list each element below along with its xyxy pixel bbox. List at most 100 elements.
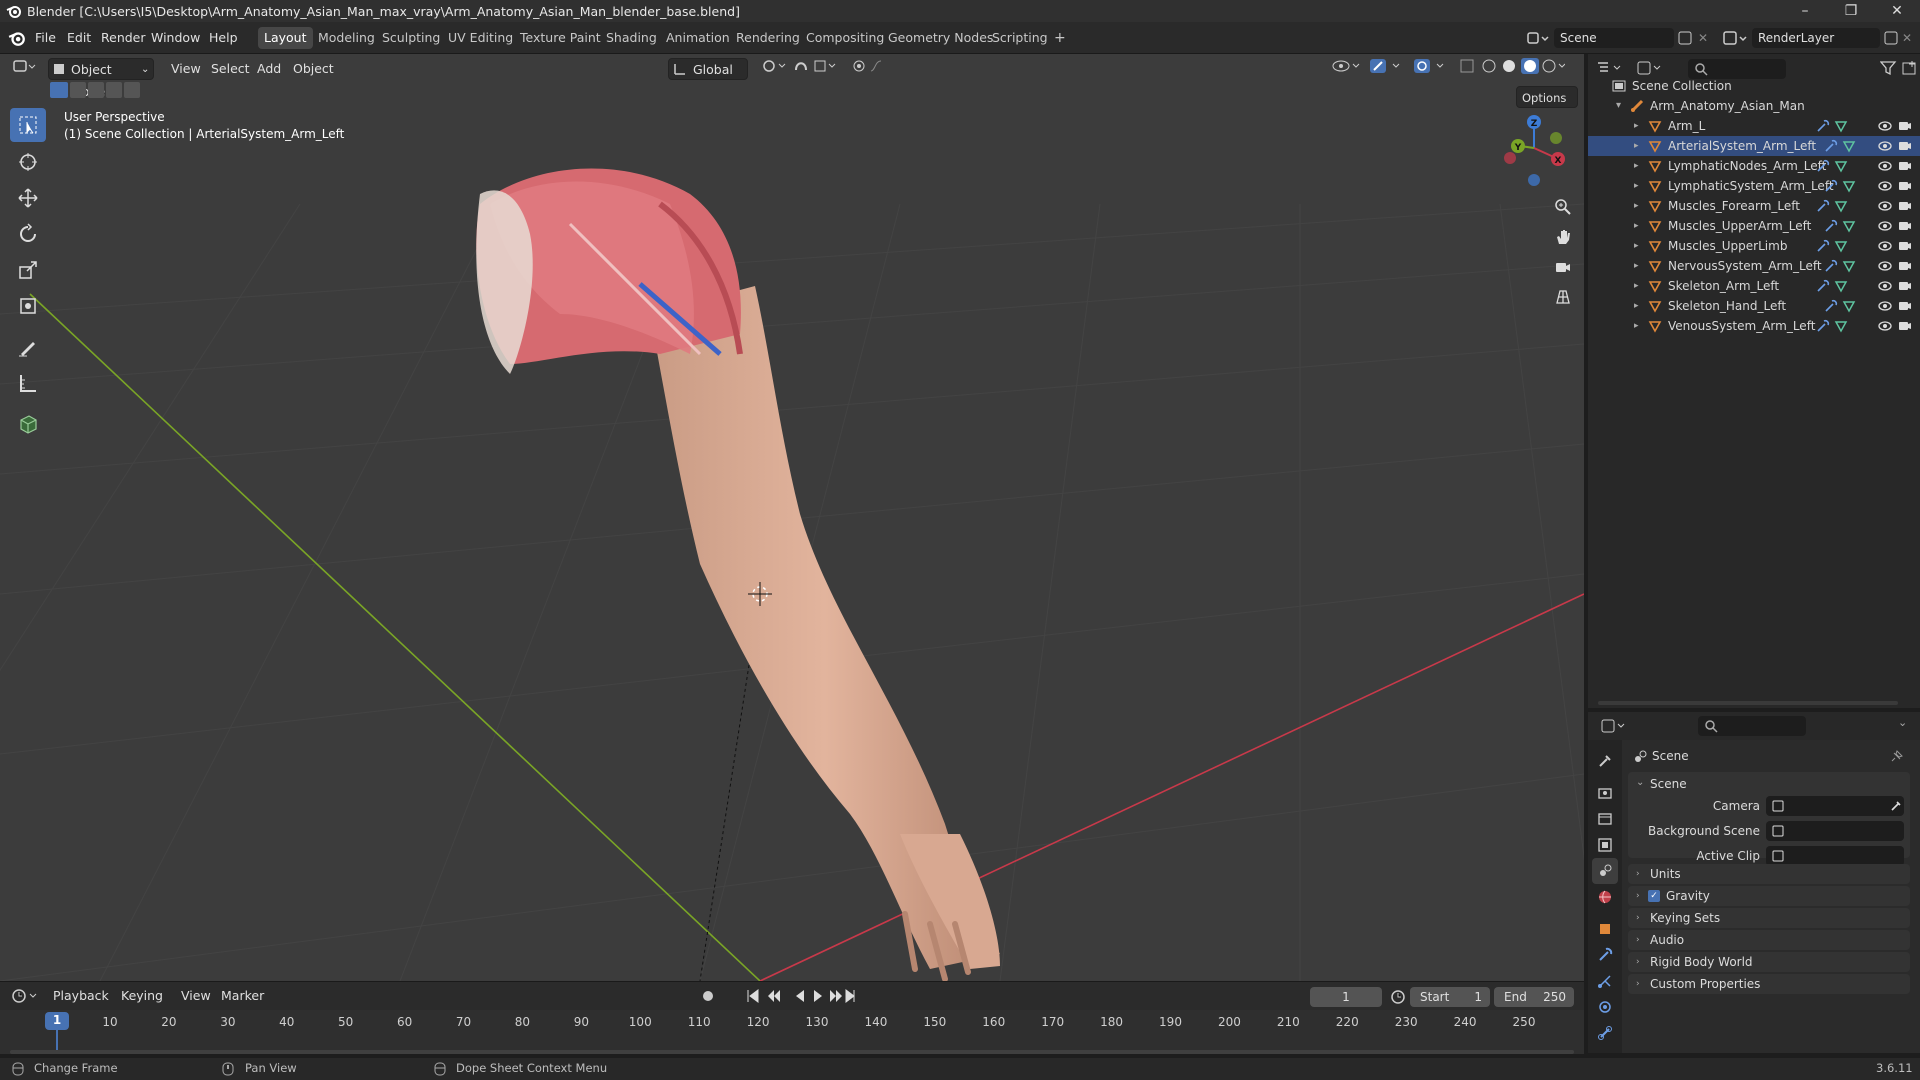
eye-icon[interactable] bbox=[1878, 220, 1892, 232]
tab-rendering[interactable]: Rendering bbox=[730, 27, 806, 49]
eye-icon[interactable] bbox=[1878, 160, 1892, 172]
timeline-editor-type-icon[interactable] bbox=[10, 987, 40, 1005]
expand-arrow-icon[interactable]: ▸ bbox=[1634, 276, 1639, 296]
world-tab-icon[interactable] bbox=[1592, 884, 1618, 910]
select-mode-buttons[interactable] bbox=[50, 80, 140, 100]
timeline-scrollbar[interactable] bbox=[10, 1050, 1574, 1054]
auto-keying-icon[interactable] bbox=[700, 988, 720, 1004]
modifier-icon[interactable] bbox=[1816, 239, 1830, 253]
tab-compositing[interactable]: Compositing bbox=[800, 27, 890, 49]
menu-edit[interactable]: Edit bbox=[64, 28, 94, 48]
outliner-item[interactable]: ▸ LymphaticSystem_Arm_Left bbox=[1588, 176, 1920, 196]
expand-arrow-icon[interactable]: ▾ bbox=[1616, 96, 1621, 116]
expand-arrow-icon[interactable]: ▸ bbox=[1634, 256, 1639, 276]
measure-icon[interactable] bbox=[10, 366, 46, 400]
modifier-icon[interactable] bbox=[1816, 279, 1830, 293]
scale-icon[interactable] bbox=[10, 253, 46, 287]
proportional-editing-icon[interactable] bbox=[846, 58, 896, 80]
outliner-item[interactable]: ▸ Arm_L bbox=[1588, 116, 1920, 136]
gizmo-toggle-icon[interactable] bbox=[1364, 58, 1410, 80]
outliner-item[interactable]: ▸ Skeleton_Arm_Left bbox=[1588, 276, 1920, 296]
tab-geometry-nodes[interactable]: Geometry Nodes bbox=[882, 27, 999, 49]
minimize-button[interactable]: – bbox=[1782, 0, 1828, 22]
3d-viewport[interactable]: Object Mode ⌄ View Select Add Object Glo… bbox=[0, 54, 1584, 981]
expand-arrow-icon[interactable]: ▸ bbox=[1634, 236, 1639, 256]
modifier-icon[interactable] bbox=[1824, 259, 1838, 273]
options-button[interactable]: Options bbox=[1516, 86, 1578, 108]
pin-icon[interactable] bbox=[1890, 749, 1904, 763]
delete-scene-icon[interactable]: ✕ bbox=[1698, 31, 1708, 45]
scene-tab-icon[interactable] bbox=[1592, 858, 1618, 884]
tool-tab-icon[interactable] bbox=[1592, 748, 1618, 774]
maximize-button[interactable]: ❐ bbox=[1828, 0, 1874, 22]
camera-render-icon[interactable] bbox=[1898, 320, 1912, 332]
modifier-icon[interactable] bbox=[1824, 179, 1838, 193]
outliner-editor-type-icon[interactable] bbox=[1596, 60, 1624, 76]
modifier-icon[interactable] bbox=[1824, 299, 1838, 313]
new-scene-icon[interactable] bbox=[1678, 31, 1692, 45]
tab-shading[interactable]: Shading bbox=[600, 27, 663, 49]
add-workspace-button[interactable]: + bbox=[1048, 27, 1072, 49]
camera-render-icon[interactable] bbox=[1898, 160, 1912, 172]
chevron-down-icon[interactable]: ⌄ bbox=[1636, 777, 1644, 788]
outliner-item[interactable]: ▸ Muscles_UpperArm_Left bbox=[1588, 216, 1920, 236]
particles-tab-icon[interactable] bbox=[1592, 968, 1618, 994]
menu-select[interactable]: Select bbox=[206, 58, 255, 80]
outliner-item[interactable]: ▸ NervousSystem_Arm_Left bbox=[1588, 256, 1920, 276]
constraints-tab-icon[interactable] bbox=[1592, 1020, 1618, 1046]
camera-render-icon[interactable] bbox=[1898, 120, 1912, 132]
annotate-icon[interactable] bbox=[10, 330, 46, 364]
menu-help[interactable]: Help bbox=[206, 28, 241, 48]
camera-render-icon[interactable] bbox=[1898, 180, 1912, 192]
mesh-data-icon[interactable] bbox=[1842, 259, 1856, 273]
mesh-data-icon[interactable] bbox=[1842, 219, 1856, 233]
menu-object[interactable]: Object bbox=[288, 58, 339, 80]
modifier-icon[interactable] bbox=[1816, 119, 1830, 133]
mesh-data-icon[interactable] bbox=[1842, 139, 1856, 153]
cursor-icon[interactable] bbox=[10, 145, 46, 179]
delete-view-layer-icon[interactable]: ✕ bbox=[1902, 31, 1912, 45]
eye-icon[interactable] bbox=[1878, 280, 1892, 292]
eye-icon[interactable] bbox=[1878, 320, 1892, 332]
current-frame-field[interactable]: 1 bbox=[1310, 987, 1382, 1007]
properties-editor-type-icon[interactable] bbox=[1600, 718, 1628, 734]
transform-icon[interactable] bbox=[10, 289, 46, 323]
expand-arrow-icon[interactable]: ▸ bbox=[1634, 316, 1639, 336]
display-mode-icon[interactable] bbox=[1636, 60, 1664, 76]
mesh-data-icon[interactable] bbox=[1834, 199, 1848, 213]
outliner-item[interactable]: ▸ Muscles_Forearm_Left bbox=[1588, 196, 1920, 216]
camera-render-icon[interactable] bbox=[1898, 260, 1912, 272]
outliner-item[interactable]: ▸ LymphaticNodes_Arm_Left bbox=[1588, 156, 1920, 176]
new-view-layer-icon[interactable] bbox=[1884, 31, 1898, 45]
physics-tab-icon[interactable] bbox=[1592, 994, 1618, 1020]
expand-arrow-icon[interactable]: ▸ bbox=[1634, 296, 1639, 316]
tab-layout[interactable]: Layout bbox=[258, 27, 313, 49]
perspective-toggle-icon[interactable] bbox=[1550, 284, 1576, 310]
tab-sculpting[interactable]: Sculpting bbox=[376, 27, 446, 49]
mode-dropdown[interactable]: Object Mode ⌄ bbox=[48, 58, 154, 99]
mesh-data-icon[interactable] bbox=[1842, 179, 1856, 193]
move-icon[interactable] bbox=[10, 181, 46, 215]
menu-playback[interactable]: Playback bbox=[48, 985, 114, 1007]
camera-render-icon[interactable] bbox=[1898, 220, 1912, 232]
panel-custom-properties[interactable]: › Custom Properties bbox=[1628, 974, 1910, 994]
mesh-data-icon[interactable] bbox=[1834, 119, 1848, 133]
expand-arrow-icon[interactable]: ▸ bbox=[1634, 116, 1639, 136]
camera-render-icon[interactable] bbox=[1898, 240, 1912, 252]
tab-uv-editing[interactable]: UV Editing bbox=[442, 27, 519, 49]
eye-icon[interactable] bbox=[1878, 140, 1892, 152]
modifier-icon[interactable] bbox=[1816, 319, 1830, 333]
modifier-icon[interactable] bbox=[1816, 199, 1830, 213]
rotate-icon[interactable] bbox=[10, 217, 46, 251]
expand-arrow-icon[interactable]: ▸ bbox=[1634, 216, 1639, 236]
chevron-down-icon[interactable]: ⌄ bbox=[1898, 716, 1907, 729]
overlay-toggle-icon[interactable] bbox=[1408, 58, 1454, 80]
panel-gravity[interactable]: › ✓ Gravity bbox=[1628, 886, 1910, 906]
output-tab-icon[interactable] bbox=[1592, 806, 1618, 832]
camera-render-icon[interactable] bbox=[1898, 300, 1912, 312]
outliner-item[interactable]: ▸ VenousSystem_Arm_Left bbox=[1588, 316, 1920, 336]
expand-arrow-icon[interactable]: ▸ bbox=[1634, 156, 1639, 176]
menu-view[interactable]: View bbox=[166, 58, 206, 80]
property-value-field[interactable] bbox=[1766, 821, 1904, 841]
outliner-item[interactable]: ▸ ArterialSystem_Arm_Left bbox=[1588, 136, 1920, 156]
